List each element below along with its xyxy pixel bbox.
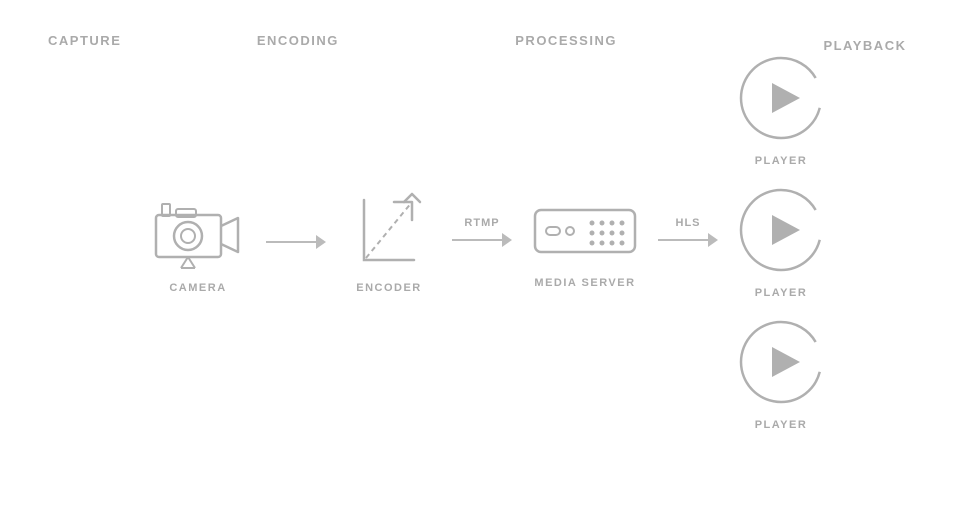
arrow-rtmp: [452, 233, 512, 247]
processing-header-col: PROCESSING: [456, 28, 676, 53]
capture-header-col: CAPTURE: [0, 28, 169, 53]
camera-block: CAMERA: [148, 190, 248, 294]
playback-header-col: PLAYBACK: [756, 28, 974, 53]
player-2-label: PLAYER: [755, 287, 808, 299]
server-icon-wrapper: MEDIA SERVER: [530, 195, 640, 289]
player-1-icon: [736, 53, 826, 143]
arrow-solid-1: [266, 235, 326, 249]
diagram: CAPTURE ENCODING PROCESSING PLAYBACK: [0, 0, 974, 516]
arrow-head-rtmp: [502, 233, 512, 247]
encoding-header: ENCODING: [257, 33, 339, 48]
encoding-header-col: ENCODING: [219, 28, 376, 53]
player-2: PLAYER: [736, 185, 826, 299]
arrow-hls: [658, 233, 718, 247]
encoder-icon: [344, 190, 434, 270]
arrow-line-hls: [658, 239, 708, 241]
player-1: PLAYER: [736, 53, 826, 167]
arrow-encoder-server: RTMP: [452, 217, 512, 247]
media-server-icon: [530, 195, 640, 265]
capture-header: CAPTURE: [48, 33, 121, 48]
player-3-label: PLAYER: [755, 419, 808, 431]
processing-header: PROCESSING: [515, 33, 617, 48]
encoder-block: ENCODER: [344, 190, 434, 294]
arrow-camera-encoder: [266, 235, 326, 249]
player-3-icon: [736, 317, 826, 407]
arrow-line-rtmp: [452, 239, 502, 241]
headers-row: CAPTURE ENCODING PROCESSING PLAYBACK: [0, 0, 974, 53]
player-2-icon: [736, 185, 826, 275]
rtmp-label: RTMP: [464, 217, 499, 229]
content-main: CAMERA E: [0, 53, 974, 431]
playback-header: PLAYBACK: [823, 38, 906, 53]
media-server-block: MEDIA SERVER: [530, 195, 640, 289]
camera-label: CAMERA: [169, 282, 226, 294]
players-column: PLAYER PLAYER PLAYER: [736, 53, 826, 431]
server-label: MEDIA SERVER: [534, 277, 635, 289]
encoder-label: ENCODER: [356, 282, 422, 294]
arrow-head-hls: [708, 233, 718, 247]
arrow-line-1: [266, 241, 316, 243]
hls-label: HLS: [676, 217, 701, 229]
camera-icon: [148, 190, 248, 270]
arrow-server-players: HLS: [658, 217, 718, 247]
arrow-head-1: [316, 235, 326, 249]
encoder-icon-wrapper: ENCODER: [344, 190, 434, 294]
camera-icon-wrapper: CAMERA: [148, 190, 248, 294]
player-3: PLAYER: [736, 317, 826, 431]
player-1-label: PLAYER: [755, 155, 808, 167]
